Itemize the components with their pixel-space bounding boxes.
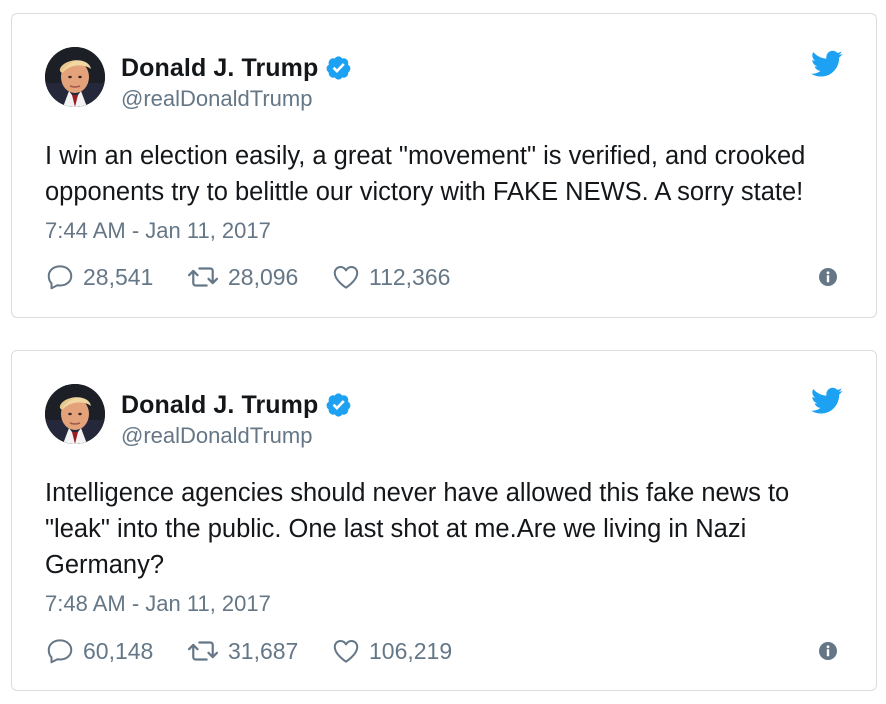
reply-count: 28,541 — [83, 263, 154, 290]
retweet-count: 31,687 — [228, 637, 299, 664]
tweet-card[interactable]: Donald J. Trump @realDonaldTrump I win a… — [11, 13, 877, 318]
reply-button[interactable]: 60,148 — [45, 636, 186, 666]
heart-icon — [333, 640, 359, 663]
author-name[interactable]: Donald J. Trump — [121, 391, 318, 420]
twitter-bird-icon[interactable] — [811, 387, 843, 415]
tweet-text: Intelligence agencies should never have … — [45, 479, 790, 579]
tweet-card[interactable]: Donald J. Trump @realDonaldTrump Intelli… — [11, 350, 877, 691]
like-count: 112,366 — [369, 263, 451, 290]
verified-badge-icon — [326, 55, 352, 81]
like-button[interactable]: 106,219 — [331, 636, 481, 666]
avatar[interactable] — [45, 384, 105, 444]
author-row: Donald J. Trump — [121, 52, 352, 84]
retweet-button[interactable]: 31,687 — [186, 636, 331, 666]
retweet-count: 28,096 — [228, 263, 299, 290]
retweet-button[interactable]: 28,096 — [186, 262, 331, 292]
info-icon[interactable] — [818, 641, 838, 661]
reply-icon — [47, 639, 73, 664]
author-handle[interactable]: @realDonaldTrump — [121, 423, 312, 449]
reply-count: 60,148 — [83, 637, 154, 664]
like-count: 106,219 — [369, 637, 453, 664]
author-handle[interactable]: @realDonaldTrump — [121, 86, 312, 112]
tweet-timestamp[interactable]: 7:48 AM - Jan 11, 2017 — [45, 591, 271, 617]
like-button[interactable]: 112,366 — [331, 262, 481, 292]
author-name[interactable]: Donald J. Trump — [121, 54, 318, 83]
tweet-actions: 60,148 31,687 106,219 — [45, 635, 481, 667]
reply-button[interactable]: 28,541 — [45, 262, 186, 292]
avatar[interactable] — [45, 47, 105, 107]
retweet-icon — [187, 267, 219, 287]
verified-badge-icon — [326, 392, 352, 418]
tweet-actions: 28,541 28,096 112,366 — [45, 261, 481, 293]
twitter-bird-icon[interactable] — [811, 50, 843, 78]
info-icon[interactable] — [818, 267, 838, 287]
reply-icon — [47, 265, 73, 290]
heart-icon — [333, 266, 359, 289]
tweet-text: I win an election easily, a great "movem… — [45, 142, 806, 206]
tweet-timestamp[interactable]: 7:44 AM - Jan 11, 2017 — [45, 218, 271, 244]
retweet-icon — [187, 641, 219, 661]
author-row: Donald J. Trump — [121, 389, 352, 421]
